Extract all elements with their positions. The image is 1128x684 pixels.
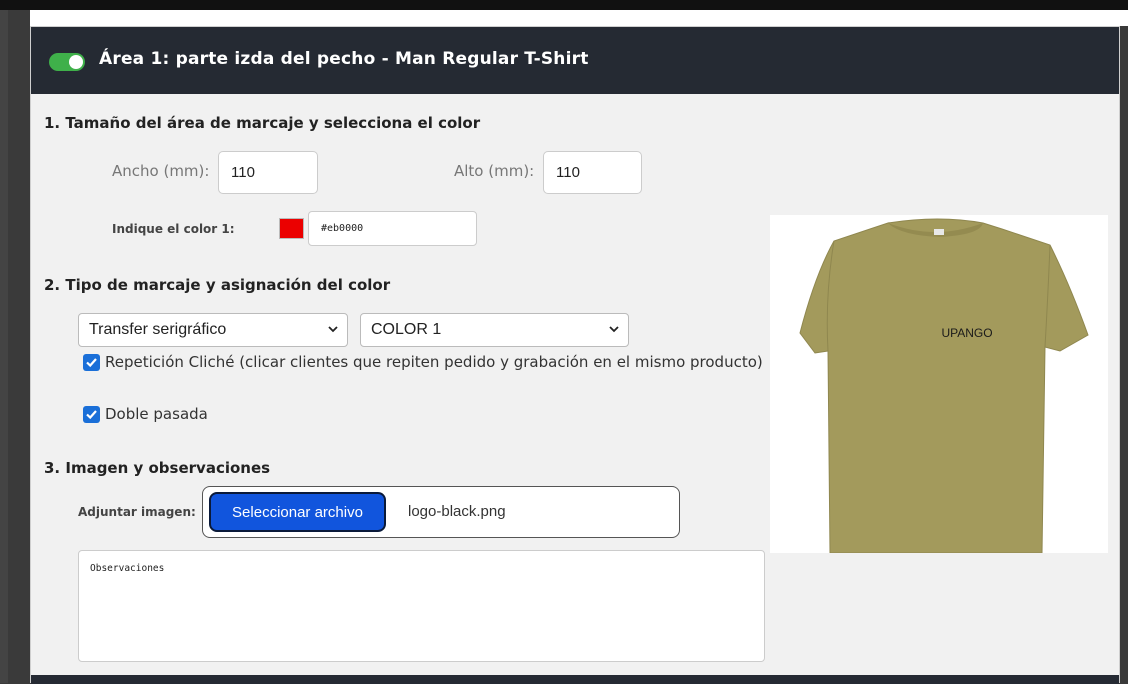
panel-title: Área 1: parte izda del pecho - Man Regul… bbox=[99, 49, 589, 69]
double-pass-checkbox[interactable] bbox=[83, 406, 100, 423]
color-assign-select[interactable]: COLOR 1 bbox=[360, 313, 629, 347]
tshirt-image: UPANGO bbox=[799, 218, 1089, 554]
file-input: Seleccionar archivo logo-black.png bbox=[202, 486, 680, 538]
chevron-down-icon bbox=[328, 326, 338, 333]
color-swatch[interactable] bbox=[279, 218, 304, 239]
section-1-title: 1. Tamaño del área de marcaje y seleccio… bbox=[44, 114, 481, 132]
file-name: logo-black.png bbox=[408, 503, 506, 520]
marking-type-select[interactable]: Transfer serigráfico bbox=[78, 313, 348, 347]
section-2-title: 2. Tipo de marcaje y asignación del colo… bbox=[44, 276, 391, 294]
select-file-button[interactable]: Seleccionar archivo bbox=[209, 492, 386, 532]
height-input[interactable]: 110 bbox=[543, 151, 642, 194]
marking-type-value: Transfer serigráfico bbox=[89, 321, 227, 338]
attach-label: Adjuntar imagen: bbox=[78, 505, 196, 519]
color-hex-input[interactable]: #eb0000 bbox=[308, 211, 477, 246]
top-gap bbox=[30, 12, 1128, 26]
page-left-edge bbox=[0, 0, 8, 683]
area-panel: Área 1: parte izda del pecho - Man Regul… bbox=[30, 26, 1120, 684]
toggle-knob bbox=[69, 55, 83, 69]
color-assign-value: COLOR 1 bbox=[371, 321, 442, 338]
repeat-cliche-checkbox[interactable] bbox=[83, 354, 100, 371]
section-3-title: 3. Imagen y observaciones bbox=[44, 459, 271, 477]
panel-header: Área 1: parte izda del pecho - Man Regul… bbox=[31, 27, 1119, 94]
observations-textarea[interactable]: Observaciones bbox=[78, 550, 765, 662]
checkmark-icon bbox=[86, 410, 97, 420]
width-label: Ancho (mm): bbox=[112, 162, 210, 180]
double-pass-label: Doble pasada bbox=[105, 405, 208, 423]
checkmark-icon bbox=[86, 358, 97, 368]
chevron-down-icon bbox=[609, 326, 619, 333]
color-label: Indique el color 1: bbox=[112, 222, 235, 236]
height-label: Alto (mm): bbox=[454, 162, 535, 180]
width-input[interactable]: 110 bbox=[218, 151, 318, 194]
area-toggle[interactable] bbox=[49, 53, 85, 71]
repeat-cliche-label: Repetición Cliché (clicar clientes que r… bbox=[105, 353, 763, 371]
tshirt-preview: UPANGO bbox=[770, 215, 1108, 554]
logo-text: UPANGO bbox=[941, 326, 992, 340]
top-bar bbox=[0, 0, 1128, 10]
